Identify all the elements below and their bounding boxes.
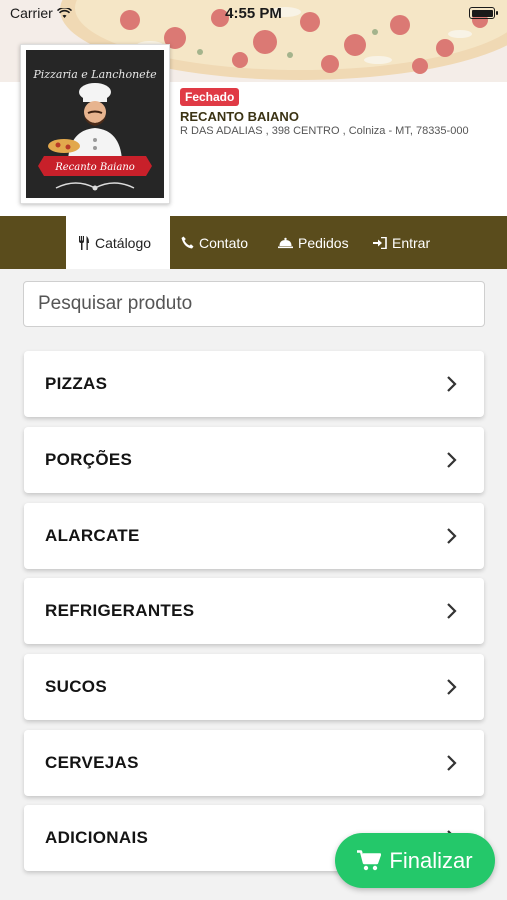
store-nav: Catálogo Contato Pedidos Entrar <box>0 216 507 269</box>
tab-catalog-label: Catálogo <box>95 234 152 251</box>
chevron-right-icon <box>447 679 457 695</box>
chef-logo-image: Pizzaria e Lanchonete Recanto Baiano <box>26 50 164 198</box>
store-page: Carrier 4:55 PM Pizzaria e Lanchonete Re… <box>0 0 507 900</box>
category-label: ADICIONAIS <box>45 828 149 847</box>
tab-orders[interactable]: Pedidos <box>278 216 349 269</box>
logo-title-text: Pizzaria e Lanchonete <box>32 68 157 81</box>
category-sucos[interactable]: SUCOS <box>24 654 484 720</box>
chevron-right-icon <box>447 603 457 619</box>
category-porcoes[interactable]: PORÇÕES <box>24 427 484 493</box>
chevron-right-icon <box>447 452 457 468</box>
status-time: 4:55 PM <box>225 5 282 22</box>
status-bar: Carrier 4:55 PM <box>0 0 507 26</box>
tab-login[interactable]: Entrar <box>373 216 430 269</box>
tab-contact-label: Contato <box>199 234 249 251</box>
category-refrigerantes[interactable]: REFRIGERANTES <box>24 578 484 644</box>
logo-ribbon-text: Recanto Baiano <box>54 162 135 173</box>
search-input[interactable] <box>23 281 485 327</box>
utensils-icon <box>79 235 89 250</box>
cart-icon <box>357 850 382 871</box>
cloche-icon <box>278 237 293 248</box>
sign-in-icon <box>373 236 387 249</box>
finalize-button[interactable]: Finalizar <box>335 833 495 888</box>
battery-icon <box>469 7 498 19</box>
status-badge: Fechado <box>180 88 240 106</box>
chevron-right-icon <box>447 376 457 392</box>
store-name: RECANTO BAIANO <box>180 109 299 124</box>
finalize-label: Finalizar <box>389 847 473 873</box>
category-cervejas[interactable]: CERVEJAS <box>24 730 484 796</box>
category-alarcate[interactable]: ALARCATE <box>24 503 484 569</box>
chevron-right-icon <box>447 528 457 544</box>
category-label: PORÇÕES <box>45 450 133 469</box>
store-logo: Pizzaria e Lanchonete Recanto Baiano <box>20 44 170 204</box>
category-label: SUCOS <box>45 677 107 696</box>
store-address: R DAS ADALIAS , 398 CENTRO , Colniza - M… <box>180 125 469 137</box>
tab-contact[interactable]: Contato <box>181 216 248 269</box>
category-pizzas[interactable]: PIZZAS <box>24 351 484 417</box>
tab-login-label: Entrar <box>392 234 431 251</box>
category-label: CERVEJAS <box>45 753 139 772</box>
category-label: ALARCATE <box>45 526 140 545</box>
tab-catalog[interactable]: Catálogo <box>66 216 170 269</box>
chevron-right-icon <box>447 755 457 771</box>
category-label: PIZZAS <box>45 374 108 393</box>
category-label: REFRIGERANTES <box>45 601 195 620</box>
phone-icon <box>181 236 194 249</box>
tab-orders-label: Pedidos <box>298 234 349 251</box>
